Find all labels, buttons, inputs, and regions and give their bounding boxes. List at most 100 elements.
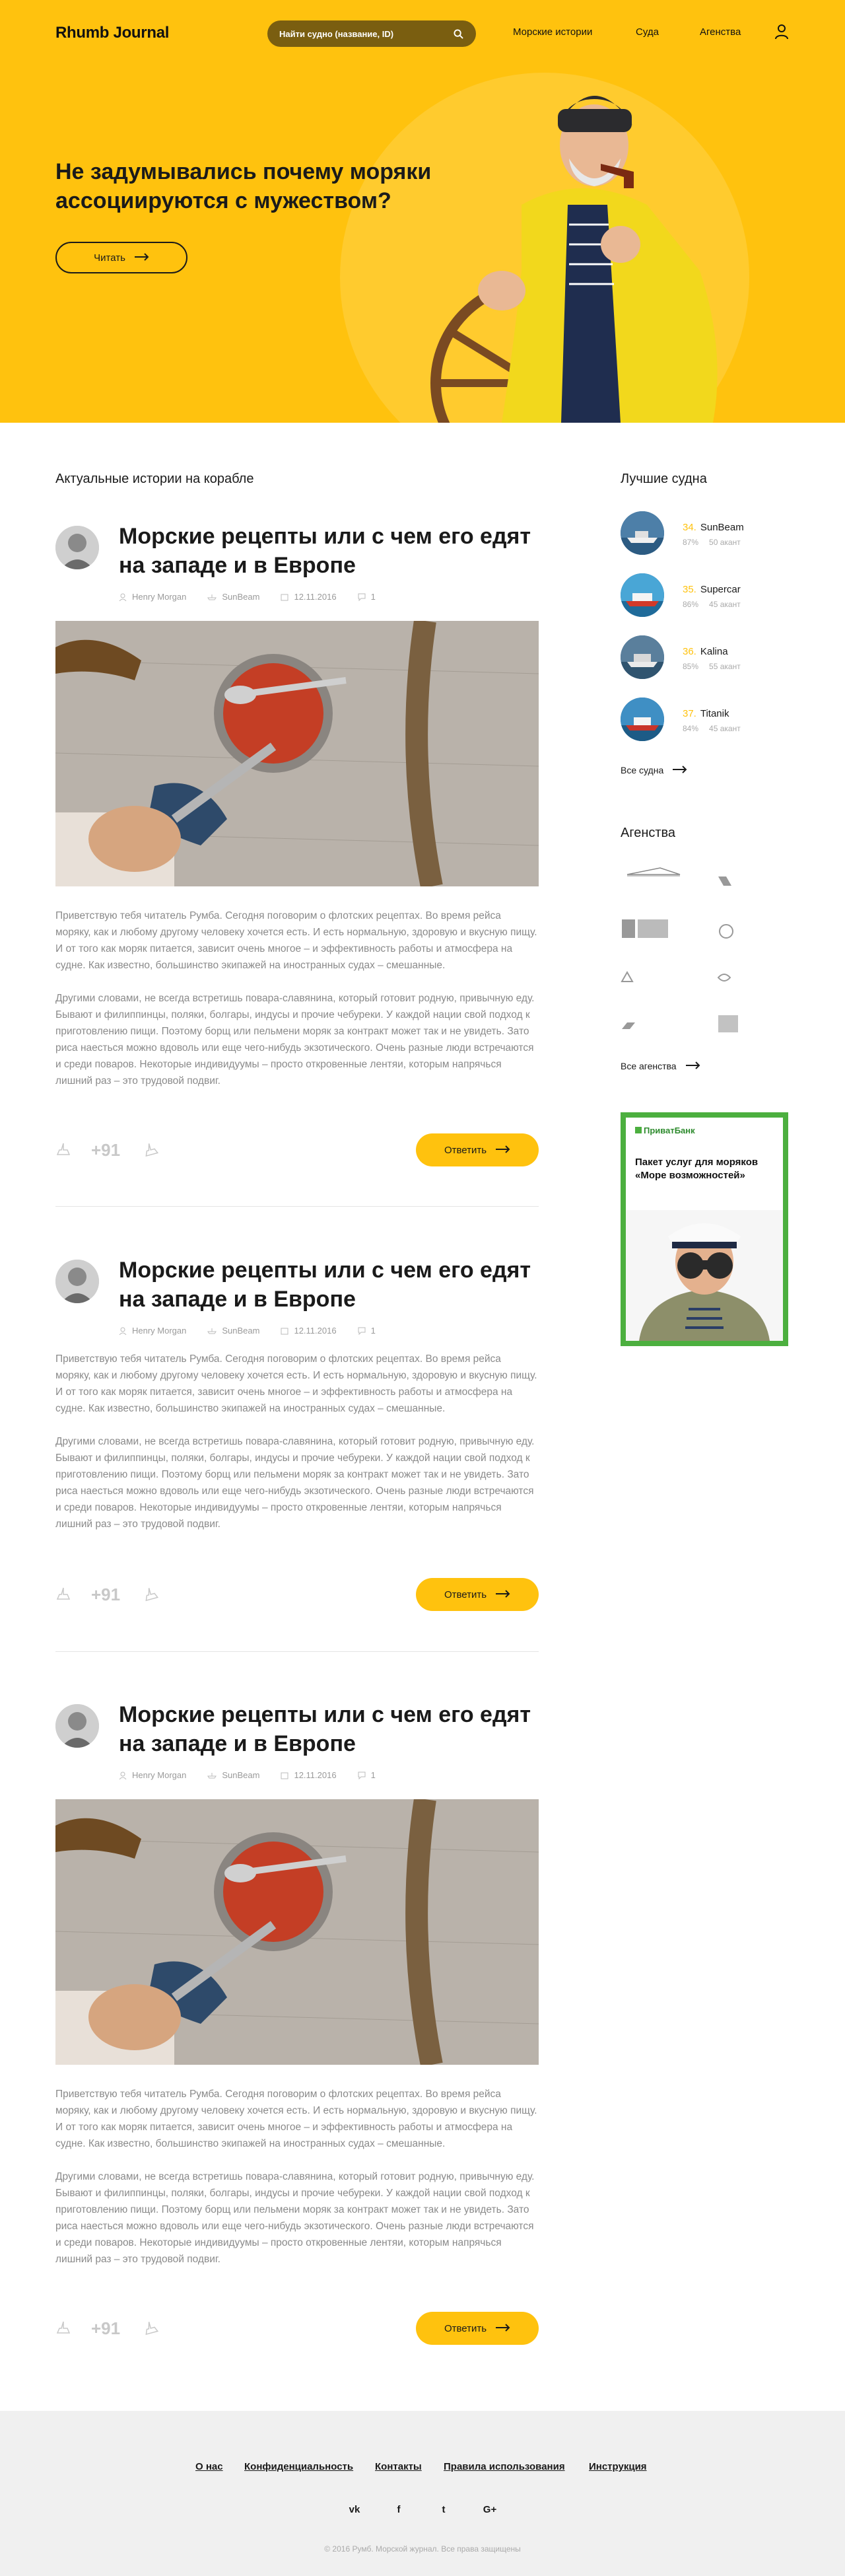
ad-bank-logo: ПриватБанк: [635, 1126, 695, 1135]
all-agencies-label: Все агенства: [621, 1061, 677, 1071]
search-input[interactable]: [279, 28, 452, 39]
post-ship[interactable]: SunBeam: [207, 1770, 259, 1780]
like-icon[interactable]: [55, 1586, 73, 1603]
dislike-icon[interactable]: [143, 1586, 160, 1603]
agency-logo-teamwork[interactable]: [621, 966, 700, 989]
post-comments-count: 1: [370, 592, 376, 602]
ship-percent: 85%: [683, 662, 699, 671]
ship-name: 34. SunBeam: [683, 522, 744, 533]
agency-logo-gms[interactable]: [621, 865, 700, 889]
agency-logo-wilson[interactable]: [621, 1015, 700, 1038]
vk-icon[interactable]: vk: [347, 2501, 362, 2517]
ship-item[interactable]: 35. Supercar 86% 45 акант: [621, 573, 792, 617]
post-title[interactable]: Морские рецепты или с чем его едят на за…: [119, 1256, 539, 1314]
user-icon[interactable]: [774, 24, 790, 40]
ship-percent: 87%: [683, 538, 699, 547]
logo[interactable]: Rhumb Journal: [55, 24, 169, 42]
footer-link-contacts[interactable]: Контакты: [375, 2461, 422, 2472]
ship-image: [621, 635, 664, 679]
post-comments[interactable]: 1: [358, 1770, 376, 1780]
post: Морские рецепты или с чем его едят на за…: [55, 1702, 539, 2365]
comment-icon: [358, 593, 366, 601]
post-image[interactable]: [55, 1799, 539, 2065]
dislike-icon[interactable]: [143, 2320, 160, 2337]
like-icon[interactable]: [55, 1141, 73, 1159]
author-avatar[interactable]: [55, 1260, 99, 1303]
facebook-icon[interactable]: f: [391, 2501, 407, 2517]
post-comments[interactable]: 1: [358, 1326, 376, 1336]
ship-name: 35. Supercar: [683, 584, 741, 595]
agency-logo-vships[interactable]: [717, 1012, 796, 1036]
all-agencies-link[interactable]: Все агенства: [621, 1061, 700, 1071]
post-ship[interactable]: SunBeam: [207, 1326, 259, 1336]
nav-agencies[interactable]: Агенства: [700, 26, 741, 38]
dislike-icon[interactable]: [143, 1141, 160, 1159]
agency-logo-jm[interactable]: [621, 917, 700, 941]
nav-ships[interactable]: Суда: [636, 26, 659, 38]
footer-link-privacy[interactable]: Конфиденциальность: [244, 2461, 353, 2472]
reply-button[interactable]: Ответить: [416, 1578, 539, 1611]
ship-votes: 45 акант: [709, 724, 741, 733]
ship-votes: 50 акант: [709, 538, 741, 547]
search-icon[interactable]: [452, 28, 464, 40]
ship-item[interactable]: 34. SunBeam 87% 50 акант: [621, 511, 792, 555]
footer-link-instructions[interactable]: Инструкция: [589, 2461, 647, 2472]
footer: О нас Конфиденциальность Контакты Правил…: [0, 2411, 845, 2576]
ship-stats: 85% 55 акант: [683, 662, 741, 671]
comment-icon: [358, 1327, 366, 1335]
author-avatar[interactable]: [55, 526, 99, 569]
post-meta: Henry Morgan SunBeam 12.11.2016 1: [119, 1326, 376, 1336]
reply-button[interactable]: Ответить: [416, 2312, 539, 2345]
post-title[interactable]: Морские рецепты или с чем его едят на за…: [119, 1700, 539, 1758]
arrow-right-icon: [496, 2323, 510, 2334]
post-ship-name: SunBeam: [222, 592, 260, 602]
ad-banner[interactable]: ПриватБанк Пакет услуг для моряков «Море…: [621, 1112, 788, 1346]
post-paragraph: Приветствую тебя читатель Румба. Сегодня…: [55, 2089, 537, 2149]
ad-text: Пакет услуг для моряков «Море возможност…: [635, 1157, 759, 1181]
agency-logo-insider[interactable]: [717, 966, 796, 989]
author-avatar[interactable]: [55, 1704, 99, 1748]
post-image[interactable]: [55, 621, 539, 886]
search-bar[interactable]: [267, 20, 476, 47]
nav-stories[interactable]: Морские истории: [513, 26, 592, 38]
post-ship-name: SunBeam: [222, 1770, 260, 1780]
post-author[interactable]: Henry Morgan: [119, 1326, 186, 1336]
post-divider: [55, 1206, 539, 1207]
footer-link-about[interactable]: О нас: [195, 2461, 223, 2472]
agency-logo-wilhelmsen[interactable]: [717, 869, 796, 893]
bank-logo-icon: [635, 1127, 642, 1133]
ship-percent: 84%: [683, 724, 699, 733]
post-author-name: Henry Morgan: [132, 592, 187, 602]
ship-name: 36. Kalina: [683, 646, 728, 657]
twitter-icon[interactable]: t: [436, 2501, 452, 2517]
ship-item[interactable]: 37. Titanik 84% 45 акант: [621, 698, 792, 741]
post-meta: Henry Morgan SunBeam 12.11.2016 1: [119, 1770, 376, 1780]
post-date-value: 12.11.2016: [294, 1770, 337, 1780]
agency-logo-adb[interactable]: [717, 919, 796, 943]
teamwork-logo-icon: [621, 971, 634, 982]
ship-votes: 45 акант: [709, 600, 741, 609]
ship-stats: 86% 45 акант: [683, 600, 741, 609]
post-comments[interactable]: 1: [358, 592, 376, 602]
post-author[interactable]: Henry Morgan: [119, 592, 186, 602]
post-ship[interactable]: SunBeam: [207, 592, 259, 602]
reply-button[interactable]: Ответить: [416, 1133, 539, 1166]
arrow-right-icon: [673, 765, 687, 775]
ships-title: Лучшие судна: [621, 472, 707, 486]
arrow-right-icon: [496, 1589, 510, 1600]
arrow-right-icon: [685, 1061, 700, 1071]
post-date: 12.11.2016: [281, 592, 337, 602]
like-icon[interactable]: [55, 2320, 73, 2337]
post-title[interactable]: Морские рецепты или с чем его едят на за…: [119, 522, 539, 580]
ship-image: [621, 573, 664, 617]
ship-votes: 55 акант: [709, 662, 741, 671]
all-ships-link[interactable]: Все судна: [621, 765, 687, 775]
reply-button-label: Ответить: [444, 2322, 487, 2334]
footer-link-rules[interactable]: Правила использования: [444, 2461, 565, 2472]
wilson-logo-icon: [622, 1022, 635, 1029]
reply-button-label: Ответить: [444, 1144, 487, 1156]
google-plus-icon[interactable]: G+: [482, 2501, 498, 2517]
post-author[interactable]: Henry Morgan: [119, 1770, 186, 1780]
ship-item[interactable]: 36. Kalina 85% 55 акант: [621, 635, 792, 679]
read-button[interactable]: Читать: [55, 242, 187, 273]
